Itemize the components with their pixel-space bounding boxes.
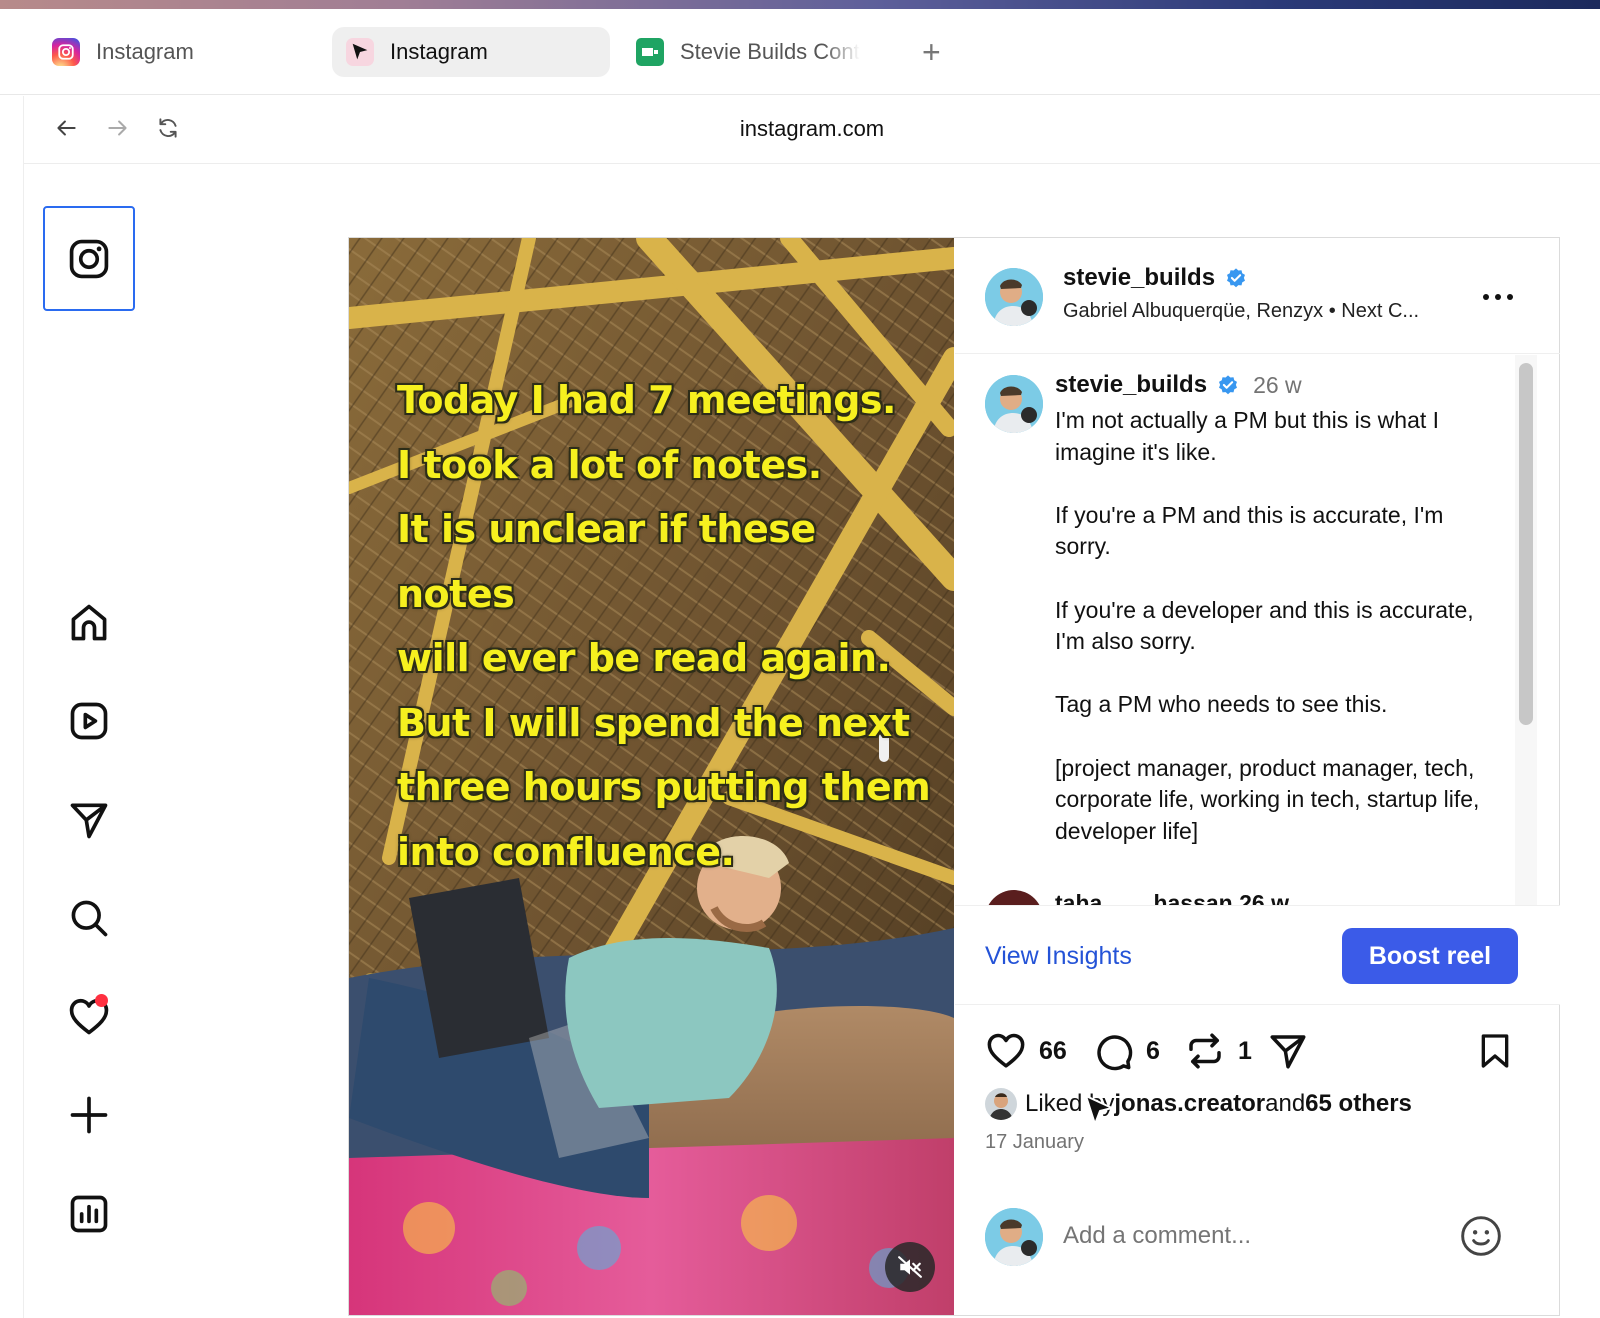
view-insights-link[interactable]: View Insights <box>985 942 1132 971</box>
caption-time: 26 w <box>1253 371 1302 398</box>
tab-label: Instagram <box>390 39 488 64</box>
address-bar[interactable]: instagram.com <box>24 116 1600 142</box>
comment-count: 6 <box>1146 1036 1160 1065</box>
caption-paragraph: I'm not actually a PM but this is what I… <box>1055 407 1440 465</box>
post-author[interactable]: stevie_builds <box>1063 264 1247 292</box>
post-panel: stevie_builds Gabriel Albuquerqüe, Renzy… <box>955 238 1560 1315</box>
plus-icon <box>70 1096 108 1134</box>
overlay-line: But I will spend the next <box>397 700 910 745</box>
reels-button[interactable] <box>64 696 114 746</box>
liker-username[interactable]: jonas.creator <box>1114 1090 1265 1118</box>
avatar[interactable] <box>985 375 1043 433</box>
username[interactable]: stevie_builds <box>1063 264 1215 292</box>
like-button[interactable]: 66 <box>985 1028 1067 1074</box>
more-options-button[interactable] <box>1481 276 1515 310</box>
sheets-icon <box>636 38 664 66</box>
overlay-line: I took a lot of notes. <box>397 442 822 487</box>
overlay-line: It is unclear if these notes <box>397 507 816 616</box>
navigation-bar: instagram.com <box>24 96 1600 164</box>
overlay-line: three hours putting them <box>397 765 931 809</box>
tab-label: Instagram <box>96 39 194 64</box>
instagram-logo-icon <box>69 239 109 278</box>
post-header: stevie_builds Gabriel Albuquerqüe, Renzy… <box>955 238 1560 354</box>
window-top-strip <box>0 0 1600 9</box>
repost-icon <box>1189 1033 1221 1069</box>
repost-button[interactable]: 1 <box>1184 1028 1252 1074</box>
instagram-logo-button[interactable] <box>43 206 135 311</box>
post-date: 17 January <box>985 1131 1084 1153</box>
overlay-line: will ever be read again. <box>397 636 891 680</box>
home-button[interactable] <box>64 598 114 648</box>
tab-instagram-2[interactable]: Instagram <box>332 27 610 77</box>
caption-paragraph: [project manager, product manager, tech,… <box>1055 754 1480 844</box>
username[interactable]: stevie_builds <box>1055 371 1207 399</box>
bookmark-icon <box>1481 1034 1509 1068</box>
window-left-edge <box>0 96 24 1318</box>
like-count: 66 <box>1039 1036 1067 1065</box>
verified-badge-icon <box>1227 268 1246 288</box>
tab-instagram-1[interactable]: Instagram <box>52 27 322 77</box>
muted-speaker-icon <box>898 1256 922 1278</box>
search-icon <box>71 900 108 937</box>
instagram-sidebar <box>24 165 154 1315</box>
overlay-line: into confluence. <box>397 829 735 874</box>
home-icon <box>71 604 107 641</box>
liked-by: Liked by jonas.creator and 65 others <box>985 1088 1412 1120</box>
notifications-button[interactable] <box>64 992 114 1042</box>
repost-count: 1 <box>1238 1036 1252 1065</box>
bar-chart-icon <box>70 1195 108 1233</box>
liker-avatar[interactable] <box>985 1088 1017 1120</box>
messages-icon <box>70 803 108 839</box>
tab-label: Stevie Builds Cont <box>680 39 860 64</box>
search-button[interactable] <box>64 893 114 943</box>
new-tab-button[interactable]: + <box>922 36 941 68</box>
create-button[interactable] <box>64 1090 114 1140</box>
caption-paragraph: If you're a developer and this is accura… <box>1055 596 1474 655</box>
reels-icon <box>70 702 108 740</box>
avatar[interactable] <box>985 268 1043 326</box>
video-overlay-text: Today I had 7 meetings. I took a lot of … <box>397 368 937 884</box>
overlay-line: Today I had 7 meetings. <box>397 378 896 422</box>
insights-button[interactable] <box>64 1189 114 1239</box>
more-dots-icon <box>1483 294 1513 300</box>
caption-text: I'm not actually a PM but this is what I… <box>1055 405 1505 879</box>
caption-author: stevie_builds 26 w <box>1055 371 1302 399</box>
caption-paragraph: Tag a PM who needs to see this. <box>1055 691 1388 718</box>
instagram-icon <box>52 38 80 66</box>
tab-bar: Instagram Instagram Stevie Builds Cont + <box>0 9 1600 95</box>
audio-attribution[interactable]: Gabriel Albuquerqüe, Renzyx • Next C... <box>1063 300 1419 323</box>
tab-stevie-builds[interactable]: Stevie Builds Cont <box>636 27 876 77</box>
comment-input[interactable] <box>1063 1222 1443 1250</box>
mute-button[interactable] <box>885 1242 935 1292</box>
share-icon <box>1270 1035 1306 1069</box>
comment-icon <box>1097 1035 1133 1071</box>
scrollbar-thumb[interactable] <box>1519 363 1533 725</box>
others-link[interactable]: 65 others <box>1305 1090 1412 1118</box>
post-actions: 66 6 1 <box>955 1028 1560 1078</box>
save-button[interactable] <box>1475 1028 1515 1074</box>
liked-middle: and <box>1265 1090 1306 1117</box>
avatar <box>985 1208 1043 1266</box>
caption-scroll-area[interactable]: stevie_builds 26 w I'm not actually a PM… <box>955 355 1560 911</box>
boost-reel-button[interactable]: Boost reel <box>1342 928 1518 984</box>
messages-button[interactable] <box>64 795 114 845</box>
post-modal: Today I had 7 meetings. I took a lot of … <box>348 237 1560 1316</box>
heart-icon <box>987 1033 1025 1068</box>
comment-composer <box>955 1208 1560 1268</box>
emoji-icon[interactable] <box>1459 1214 1503 1258</box>
mouse-cursor-icon <box>1085 1095 1113 1125</box>
notification-dot <box>95 994 108 1007</box>
cursor-app-icon <box>346 38 374 66</box>
promotion-bar: View Insights Boost reel <box>955 905 1560 1005</box>
share-button[interactable] <box>1267 1028 1309 1074</box>
verified-badge-icon <box>1219 375 1238 395</box>
comment-button[interactable]: 6 <box>1092 1028 1160 1074</box>
caption-paragraph: If you're a PM and this is accurate, I'm… <box>1055 501 1444 560</box>
reel-video[interactable]: Today I had 7 meetings. I took a lot of … <box>349 238 954 1315</box>
